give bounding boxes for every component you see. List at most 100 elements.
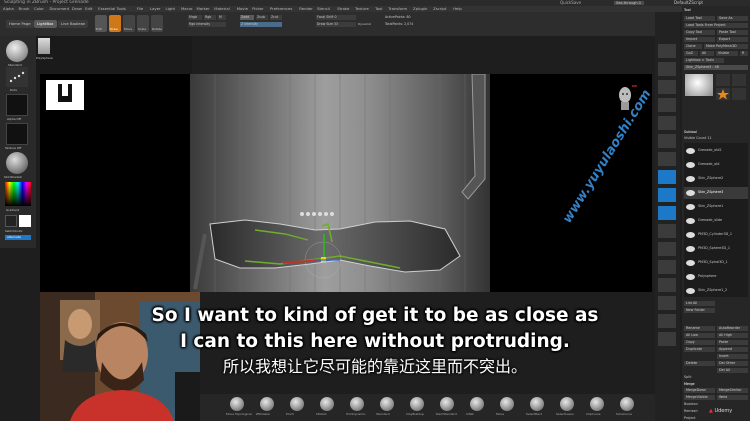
brush-selectlasso-button[interactable] — [560, 397, 574, 411]
merge-visible-button[interactable]: MergeVisible — [684, 395, 715, 400]
alpha-selector[interactable] — [6, 94, 28, 116]
current-tool-thumbnail[interactable] — [685, 74, 713, 96]
stroke-selector[interactable] — [6, 67, 28, 87]
see-through-slider[interactable]: See-through 0 — [614, 1, 644, 5]
edit-button[interactable]: Edit — [95, 15, 107, 32]
merge-section[interactable]: Merge — [684, 382, 695, 387]
mrgb-button[interactable]: Mrgb — [188, 15, 202, 20]
viewport-canvas[interactable] — [40, 74, 652, 292]
brush-standard-button[interactable] — [380, 397, 394, 411]
texture-selector[interactable] — [6, 123, 28, 145]
brush-inflat-button[interactable] — [470, 397, 484, 411]
list-item[interactable]: PM3D_Spiral3D_1 — [684, 257, 748, 269]
tab-live-boolean[interactable]: Live Boolean — [58, 20, 89, 28]
brush-pinch-button[interactable] — [290, 397, 304, 411]
all-button[interactable]: All — [700, 51, 714, 56]
rgb-button[interactable]: Rgb — [204, 15, 216, 20]
brush-move-button[interactable] — [500, 397, 514, 411]
sphere-tool-thumbnail[interactable] — [732, 74, 746, 86]
brush-trimdynamic-button[interactable] — [350, 397, 364, 411]
list-item[interactable]: Polysphere — [684, 271, 748, 283]
import-button[interactable]: Import — [684, 37, 715, 42]
polysphere-thumbnail[interactable] — [38, 38, 50, 54]
move-button[interactable]: Move — [123, 15, 135, 32]
list-item[interactable]: PM3D_Sphere3D_1 — [684, 243, 748, 255]
tab-home-page[interactable]: Home Page — [6, 20, 34, 28]
save-as-button[interactable]: Save As — [717, 16, 748, 21]
lsym-button[interactable] — [658, 188, 676, 202]
brush-damstandard-button[interactable] — [440, 397, 454, 411]
zoom3d-button[interactable] — [658, 260, 676, 274]
draw-button[interactable]: Draw — [109, 15, 121, 32]
list-item[interactable]: Skin_ZSphere3 — [684, 187, 748, 199]
cylinder-tool-thumbnail[interactable] — [716, 74, 730, 86]
brush-hpolish-button[interactable] — [320, 397, 334, 411]
material-selector[interactable] — [6, 152, 28, 174]
brush-move-topological-button[interactable] — [230, 397, 244, 411]
brush-clipcurve-button[interactable] — [590, 397, 604, 411]
clone-button[interactable]: Clone — [684, 44, 702, 49]
brush-selector[interactable] — [6, 40, 28, 62]
brush-claybuildup-button[interactable] — [410, 397, 424, 411]
move-view-button[interactable] — [658, 242, 676, 256]
merge-down-button[interactable]: MergeDown — [684, 388, 715, 393]
brush-zmodeler-button[interactable] — [260, 397, 274, 411]
zcut-button[interactable]: Zcut — [270, 15, 282, 20]
paste-tool-button[interactable]: Paste Tool — [717, 30, 748, 35]
floor-button[interactable] — [658, 152, 676, 166]
copy-tool-button[interactable]: Copy Tool — [684, 30, 715, 35]
simplebrush-thumbnail[interactable] — [716, 88, 730, 100]
actual-button[interactable] — [658, 98, 676, 112]
local-button[interactable] — [658, 170, 676, 184]
list-item[interactable]: Grenade_slide — [684, 215, 748, 227]
r-button[interactable]: R — [740, 51, 748, 56]
merge-similar-button[interactable]: MergeSimilar — [717, 388, 748, 393]
list-item[interactable]: Skin_ZSphere1 — [684, 201, 748, 213]
secondary-color-swatch[interactable] — [5, 215, 17, 227]
alternate-button[interactable]: Alternate — [5, 235, 31, 240]
boolean-section[interactable]: Boolean — [684, 402, 698, 407]
switch-color-button[interactable]: SwitchColor — [5, 229, 23, 233]
goz-button[interactable]: GoZ — [684, 51, 698, 56]
list-item[interactable]: Grenade_old2 — [684, 145, 748, 157]
aahalf-button[interactable] — [658, 116, 676, 130]
color-picker[interactable] — [5, 182, 31, 206]
list-item[interactable]: PM3D_Cylinder3D_1 — [684, 229, 748, 241]
zsub-button[interactable]: Zsub — [256, 15, 268, 20]
dynamic-toggle[interactable]: Dynamic — [358, 22, 372, 27]
brush-slicecurve-button[interactable] — [620, 397, 634, 411]
zadd-button[interactable]: Zadd — [240, 15, 254, 20]
visible-button[interactable]: Visible — [716, 51, 738, 56]
project-section[interactable]: Project — [684, 416, 696, 421]
main-color-swatch[interactable] — [19, 215, 31, 227]
navigation-thumbnail[interactable] — [46, 80, 84, 110]
rgb-intensity-slider[interactable]: Rgb Intensity — [188, 22, 226, 27]
weld-button[interactable]: Weld — [717, 395, 748, 400]
z-intensity-slider[interactable]: Z Intensity — [240, 22, 282, 27]
brush-selectrect-button[interactable] — [530, 397, 544, 411]
rotate-view-button[interactable] — [658, 278, 676, 292]
remesh-section[interactable]: Remesh — [684, 409, 698, 414]
rotate-button[interactable]: Rotate — [151, 15, 163, 32]
export-button[interactable]: Export — [717, 37, 748, 42]
list-item[interactable]: Skin_ZSphere2 — [684, 173, 748, 185]
list-item[interactable]: Grenade_old — [684, 159, 748, 171]
scroll-button[interactable] — [658, 62, 676, 76]
list-item[interactable]: Skin_ZSphere1_2 — [684, 285, 748, 297]
make-polymesh-button[interactable]: Make PolyMesh3D — [704, 44, 748, 49]
lightbox-tools-button[interactable]: Lightbox > Tools — [684, 58, 724, 63]
load-tool-button[interactable]: Load Tool — [684, 16, 715, 21]
load-tools-from-project-button[interactable]: Load Tools From Project — [684, 23, 748, 28]
zsphere-tool-thumbnail[interactable] — [732, 88, 746, 100]
persp-button[interactable] — [658, 134, 676, 148]
xyz-button[interactable] — [658, 206, 676, 220]
focal-shift-slider[interactable]: Focal Shift 0 — [316, 15, 356, 20]
current-tool-field[interactable]: Skin_ZSphere3 : 48 — [684, 65, 748, 70]
m-button[interactable]: M — [218, 15, 226, 20]
bpr-button[interactable] — [658, 44, 676, 58]
zoom-button[interactable] — [658, 80, 676, 94]
tab-lightbox[interactable]: LightBox — [34, 20, 57, 28]
draw-size-slider[interactable]: Draw Size 33 — [316, 22, 356, 27]
frame-button[interactable] — [658, 224, 676, 238]
scale-button[interactable]: Scale — [137, 15, 149, 32]
